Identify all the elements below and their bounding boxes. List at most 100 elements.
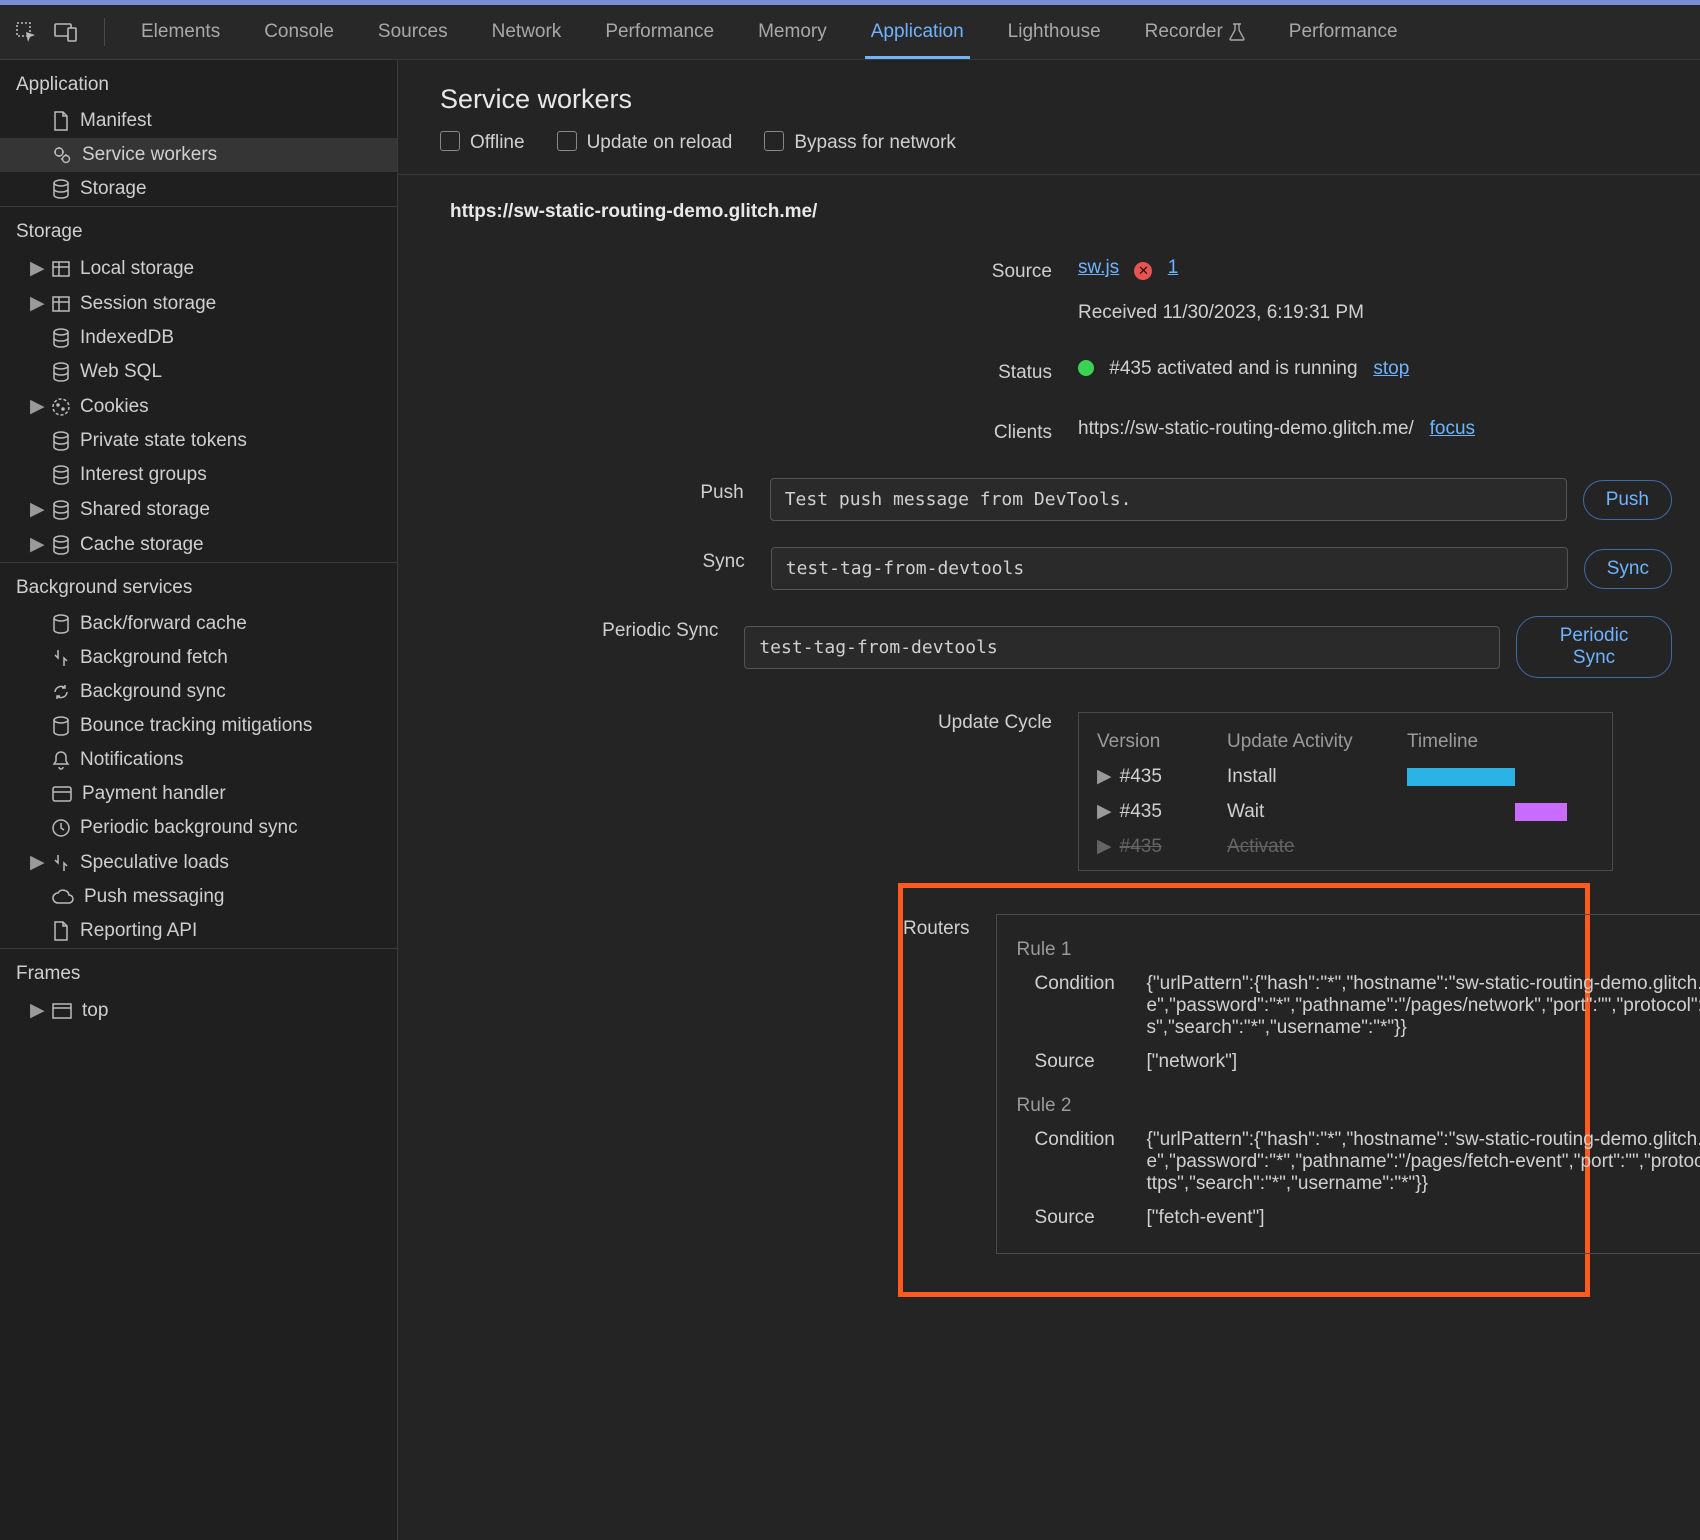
service-workers-panel: Service workers Offline Update on reload…: [398, 60, 1700, 1540]
timeline-bar-install: [1407, 768, 1515, 786]
tab-sources[interactable]: Sources: [356, 5, 470, 59]
sidebar-section-background[interactable]: Background services: [0, 562, 397, 607]
status-dot-icon: [1078, 360, 1094, 376]
offline-checkbox[interactable]: Offline: [440, 131, 525, 154]
uc-row-install[interactable]: ▶#435 Install: [1079, 759, 1612, 794]
panel-title: Service workers: [398, 60, 1700, 131]
inspect-icon[interactable]: [10, 16, 42, 48]
rule1-title: Rule 1: [997, 933, 1700, 967]
error-icon[interactable]: ✕: [1134, 262, 1152, 280]
stop-link[interactable]: stop: [1373, 358, 1409, 379]
push-label: Push: [398, 478, 770, 504]
sidebar-item-cache-storage[interactable]: ▶ Cache storage: [0, 527, 397, 562]
update-cycle-label: Update Cycle: [398, 708, 1078, 734]
sidebar-section-frames[interactable]: Frames: [0, 948, 397, 993]
sidebar-item-interest-groups[interactable]: Interest groups: [0, 458, 397, 492]
client-url: https://sw-static-routing-demo.glitch.me…: [1078, 418, 1414, 439]
uc-row-wait[interactable]: ▶#435 Wait: [1079, 794, 1612, 829]
routers-highlight: Routers Rule 1 Condition {"urlPattern":{…: [898, 883, 1590, 1297]
sidebar-item-service-workers[interactable]: Service workers: [0, 138, 397, 172]
frame-icon: [52, 1003, 72, 1019]
sync-icon: [52, 683, 70, 701]
sidebar-item-cookies[interactable]: ▶ Cookies: [0, 389, 397, 424]
push-button[interactable]: Push: [1583, 480, 1672, 520]
sidebar-item-reporting-api[interactable]: Reporting API: [0, 914, 397, 948]
table-icon: [52, 261, 70, 277]
periodic-sync-label: Periodic Sync: [398, 616, 744, 642]
rule1-source-value: ["network"]: [1147, 1051, 1700, 1073]
sidebar-item-periodic-sync[interactable]: Periodic background sync: [0, 811, 397, 845]
cloud-icon: [52, 889, 74, 905]
status-label: Status: [398, 358, 1078, 384]
disclosure-icon: ▶: [30, 999, 42, 1022]
bypass-network-checkbox[interactable]: Bypass for network: [764, 131, 956, 154]
toolbar-divider: [104, 18, 105, 46]
routers-table: Rule 1 Condition {"urlPattern":{"hash":"…: [996, 914, 1700, 1254]
clients-label: Clients: [398, 418, 1078, 444]
tab-performance[interactable]: Performance: [583, 5, 736, 59]
focus-link[interactable]: focus: [1430, 418, 1475, 439]
rule2-source-key: Source: [1017, 1207, 1147, 1229]
received-text: Received 11/30/2023, 6:19:31 PM: [1078, 302, 1672, 324]
sidebar-item-local-storage[interactable]: ▶ Local storage: [0, 251, 397, 286]
update-on-reload-checkbox[interactable]: Update on reload: [557, 131, 733, 154]
sync-button[interactable]: Sync: [1584, 549, 1672, 589]
tab-lighthouse[interactable]: Lighthouse: [986, 5, 1123, 59]
sw-source-link[interactable]: sw.js: [1078, 257, 1119, 278]
devtools-top-bar: Elements Console Sources Network Perform…: [0, 0, 1700, 60]
clock-icon: [52, 819, 70, 837]
tab-recorder[interactable]: Recorder: [1123, 5, 1267, 59]
sidebar-item-top-frame[interactable]: ▶ top: [0, 993, 397, 1028]
sync-input[interactable]: [771, 547, 1568, 590]
disclosure-icon: ▶: [1097, 836, 1112, 857]
sidebar-item-background-sync[interactable]: Background sync: [0, 675, 397, 709]
fetch-icon: [52, 648, 70, 668]
tab-application[interactable]: Application: [849, 5, 986, 59]
database-icon: [52, 614, 70, 634]
sidebar-item-private-state-tokens[interactable]: Private state tokens: [0, 424, 397, 458]
sidebar-item-shared-storage[interactable]: ▶ Shared storage: [0, 492, 397, 527]
tab-memory[interactable]: Memory: [736, 5, 849, 59]
sw-origin: https://sw-static-routing-demo.glitch.me…: [398, 175, 1700, 249]
sidebar-item-bounce-tracking[interactable]: Bounce tracking mitigations: [0, 709, 397, 743]
tab-network[interactable]: Network: [470, 5, 584, 59]
sidebar-item-indexeddb[interactable]: IndexedDB: [0, 321, 397, 355]
application-sidebar: Application Manifest Service workers Sto…: [0, 60, 398, 1540]
sidebar-item-notifications[interactable]: Notifications: [0, 743, 397, 777]
database-icon: [52, 179, 70, 199]
sidebar-item-payment-handler[interactable]: Payment handler: [0, 777, 397, 811]
sidebar-item-manifest[interactable]: Manifest: [0, 104, 397, 138]
sidebar-item-background-fetch[interactable]: Background fetch: [0, 641, 397, 675]
uc-row-activate[interactable]: ▶#435 Activate: [1079, 829, 1612, 864]
sidebar-item-push-messaging[interactable]: Push messaging: [0, 880, 397, 914]
sidebar-item-websql[interactable]: Web SQL: [0, 355, 397, 389]
document-icon: [52, 921, 70, 941]
periodic-sync-button[interactable]: Periodic Sync: [1516, 616, 1672, 678]
timeline-bar-wait: [1515, 803, 1567, 821]
push-input[interactable]: [770, 478, 1567, 521]
tab-elements[interactable]: Elements: [119, 5, 242, 59]
periodic-sync-input[interactable]: [744, 626, 1500, 669]
rule2-condition-value: {"urlPattern":{"hash":"*","hostname":"sw…: [1147, 1129, 1700, 1195]
flask-icon: [1229, 23, 1245, 41]
disclosure-icon: ▶: [30, 851, 42, 874]
card-icon: [52, 786, 72, 802]
tab-console[interactable]: Console: [242, 5, 356, 59]
disclosure-icon: ▶: [1097, 801, 1112, 822]
gears-icon: [52, 145, 72, 165]
sidebar-section-application[interactable]: Application: [0, 60, 397, 104]
sidebar-section-storage[interactable]: Storage: [0, 206, 397, 251]
sidebar-item-session-storage[interactable]: ▶ Session storage: [0, 286, 397, 321]
sidebar-item-speculative-loads[interactable]: ▶ Speculative loads: [0, 845, 397, 880]
bell-icon: [52, 750, 70, 770]
document-icon: [52, 111, 70, 131]
table-icon: [52, 296, 70, 312]
sw-error-count[interactable]: 1: [1168, 257, 1179, 278]
disclosure-icon: ▶: [1097, 766, 1112, 787]
tab-performance-insights[interactable]: Performance: [1267, 5, 1420, 59]
sidebar-item-bfcache[interactable]: Back/forward cache: [0, 607, 397, 641]
database-icon: [52, 431, 70, 451]
fetch-icon: [52, 853, 70, 873]
device-toggle-icon[interactable]: [50, 16, 82, 48]
sidebar-item-storage[interactable]: Storage: [0, 172, 397, 206]
